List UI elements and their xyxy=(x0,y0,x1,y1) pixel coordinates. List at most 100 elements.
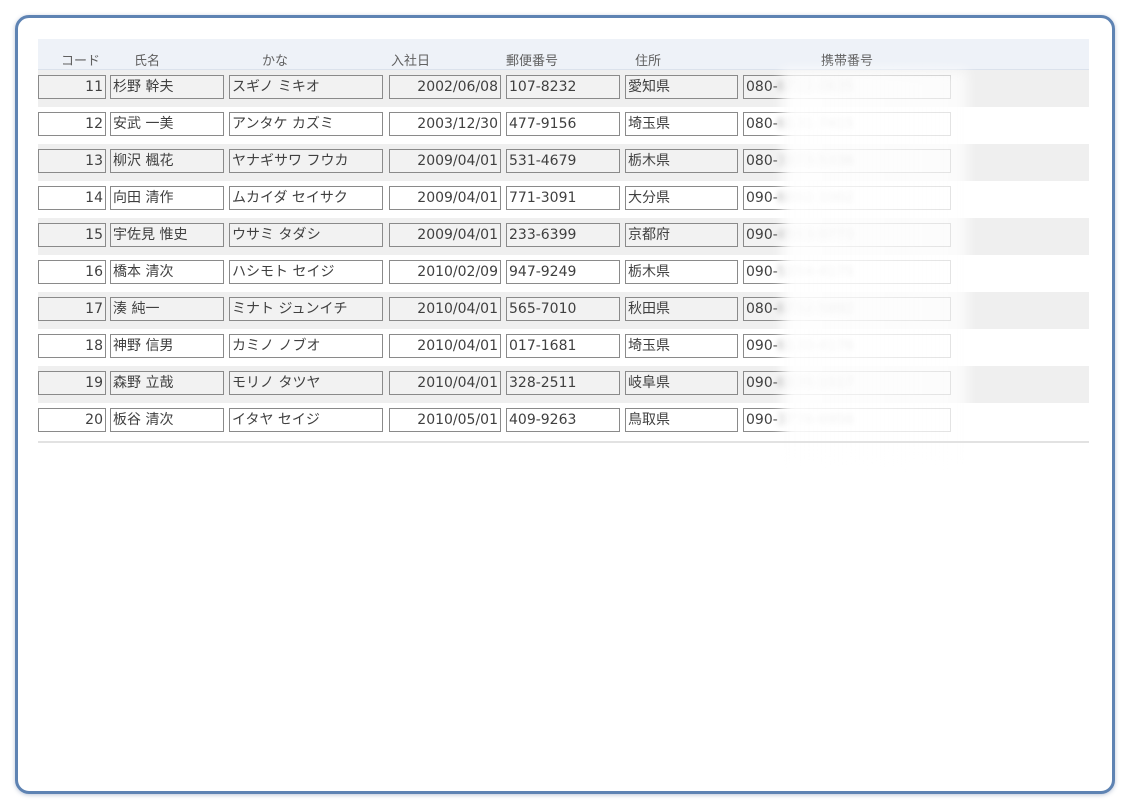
code-field[interactable]: 12 xyxy=(38,112,106,136)
name-field[interactable]: 神野 信男 xyxy=(110,334,224,358)
header-address: 住所 xyxy=(635,54,662,69)
mobile-field[interactable]: 090-4553-9773 xyxy=(743,223,951,247)
mobile-redacted: 6732-5892 xyxy=(777,301,855,317)
kana-field[interactable]: ハシモト セイジ xyxy=(229,260,383,284)
mobile-redacted: 3776-6956 xyxy=(777,412,855,428)
mobile-prefix: 090- xyxy=(746,264,778,280)
address-field[interactable]: 岐阜県 xyxy=(625,371,738,395)
hire-date-field[interactable]: 2009/04/01 xyxy=(389,149,501,173)
name-field[interactable]: 安武 一美 xyxy=(110,112,224,136)
address-field[interactable]: 鳥取県 xyxy=(625,408,738,432)
postal-code-field[interactable]: 409-9263 xyxy=(506,408,620,432)
kana-field[interactable]: スギノ ミキオ xyxy=(229,75,383,99)
mobile-redacted: 3373-5336 xyxy=(777,153,855,169)
header-postal: 郵便番号 xyxy=(506,54,559,69)
mobile-prefix: 080- xyxy=(746,153,778,169)
table-row: 14 向田 清作 ムカイダ セイサク 2009/04/01 771-3091 大分県 090… xyxy=(38,181,1089,218)
code-field[interactable]: 16 xyxy=(38,260,106,284)
postal-code-field[interactable]: 565-7010 xyxy=(506,297,620,321)
postal-code-field[interactable]: 771-3091 xyxy=(506,186,620,210)
postal-code-field[interactable]: 233-6399 xyxy=(506,223,620,247)
kana-field[interactable]: アンタケ カズミ xyxy=(229,112,383,136)
hire-date-field[interactable]: 2003/12/30 xyxy=(389,112,501,136)
mobile-redacted: 6712-0635 xyxy=(777,79,855,95)
code-field[interactable]: 19 xyxy=(38,371,106,395)
postal-code-field[interactable]: 531-4679 xyxy=(506,149,620,173)
kana-field[interactable]: ムカイダ セイサク xyxy=(229,186,383,210)
table-row: 15 宇佐見 惟史 ウサミ タダシ 2009/04/01 233-6399 京都府 090-… xyxy=(38,218,1089,255)
header-kana: かな xyxy=(262,54,289,69)
code-field[interactable]: 15 xyxy=(38,223,106,247)
column-header-bar: コード 氏名 かな 入社日 郵便番号 住所 携帯番号 xyxy=(38,39,1089,70)
header-hire-date: 入社日 xyxy=(391,54,431,69)
mobile-redacted: 6131-7415 xyxy=(777,116,855,132)
kana-field[interactable]: カミノ ノブオ xyxy=(229,334,383,358)
mobile-field[interactable]: 090-3776-6956 xyxy=(743,408,951,432)
code-field[interactable]: 14 xyxy=(38,186,106,210)
hire-date-field[interactable]: 2002/06/08 xyxy=(389,75,501,99)
name-field[interactable]: 宇佐見 惟史 xyxy=(110,223,224,247)
hire-date-field[interactable]: 2010/04/01 xyxy=(389,371,501,395)
name-field[interactable]: 湊 純一 xyxy=(110,297,224,321)
name-field[interactable]: 向田 清作 xyxy=(110,186,224,210)
postal-code-field[interactable]: 107-8232 xyxy=(506,75,620,99)
mobile-field[interactable]: 080-6732-5892 xyxy=(743,297,951,321)
kana-field[interactable]: ヤナギサワ フウカ xyxy=(229,149,383,173)
table-row: 16 橋本 清次 ハシモト セイジ 2010/02/09 947-9249 栃木県 090-… xyxy=(38,255,1089,292)
hire-date-field[interactable]: 2010/04/01 xyxy=(389,297,501,321)
address-field[interactable]: 埼玉県 xyxy=(625,334,738,358)
postal-code-field[interactable]: 017-1681 xyxy=(506,334,620,358)
mobile-field[interactable]: 090-6335-1517 xyxy=(743,371,951,395)
address-field[interactable]: 愛知県 xyxy=(625,75,738,99)
address-field[interactable]: 栃木県 xyxy=(625,149,738,173)
address-field[interactable]: 埼玉県 xyxy=(625,112,738,136)
mobile-field[interactable]: 080-3373-5336 xyxy=(743,149,951,173)
hire-date-field[interactable]: 2009/04/01 xyxy=(389,186,501,210)
postal-code-field[interactable]: 328-2511 xyxy=(506,371,620,395)
name-field[interactable]: 板谷 清次 xyxy=(110,408,224,432)
name-field[interactable]: 橋本 清次 xyxy=(110,260,224,284)
code-field[interactable]: 17 xyxy=(38,297,106,321)
name-field[interactable]: 柳沢 楓花 xyxy=(110,149,224,173)
kana-field[interactable]: イタヤ セイジ xyxy=(229,408,383,432)
address-field[interactable]: 大分県 xyxy=(625,186,738,210)
code-field[interactable]: 13 xyxy=(38,149,106,173)
code-field[interactable]: 18 xyxy=(38,334,106,358)
table-row: 17 湊 純一 ミナト ジュンイチ 2010/04/01 565-7010 秋田県 080-… xyxy=(38,292,1089,329)
mobile-prefix: 090- xyxy=(746,227,778,243)
kana-field[interactable]: ウサミ タダシ xyxy=(229,223,383,247)
code-field[interactable]: 20 xyxy=(38,408,106,432)
table-row: 12 安武 一美 アンタケ カズミ 2003/12/30 477-9156 埼玉県 080-… xyxy=(38,107,1089,144)
header-code: コード xyxy=(61,54,101,69)
address-field[interactable]: 京都府 xyxy=(625,223,738,247)
kana-field[interactable]: モリノ タツヤ xyxy=(229,371,383,395)
table-row: 13 柳沢 楓花 ヤナギサワ フウカ 2009/04/01 531-4679 栃木県 080… xyxy=(38,144,1089,181)
mobile-prefix: 090- xyxy=(746,412,778,428)
name-field[interactable]: 杉野 幹夫 xyxy=(110,75,224,99)
mobile-redacted: 6335-1517 xyxy=(777,375,855,391)
table-row: 11 杉野 幹夫 スギノ ミキオ 2002/06/08 107-8232 愛知県 080-6… xyxy=(38,70,1089,107)
mobile-prefix: 090- xyxy=(746,190,778,206)
header-name: 氏名 xyxy=(134,54,161,69)
header-mobile: 携帯番号 xyxy=(821,54,874,69)
mobile-redacted: 4553-9773 xyxy=(777,227,855,243)
address-field[interactable]: 栃木県 xyxy=(625,260,738,284)
code-field[interactable]: 11 xyxy=(38,75,106,99)
postal-code-field[interactable]: 947-9249 xyxy=(506,260,620,284)
hire-date-field[interactable]: 2010/02/09 xyxy=(389,260,501,284)
mobile-field[interactable]: 090-5354-4175 xyxy=(743,260,951,284)
table-row: 19 森野 立哉 モリノ タツヤ 2010/04/01 328-2511 岐阜県 090-6… xyxy=(38,366,1089,403)
hire-date-field[interactable]: 2009/04/01 xyxy=(389,223,501,247)
mobile-prefix: 080- xyxy=(746,301,778,317)
table-row: 20 板谷 清次 イタヤ セイジ 2010/05/01 409-9263 鳥取県 090-3… xyxy=(38,403,1089,440)
name-field[interactable]: 森野 立哉 xyxy=(110,371,224,395)
hire-date-field[interactable]: 2010/05/01 xyxy=(389,408,501,432)
mobile-field[interactable]: 080-6131-7415 xyxy=(743,112,951,136)
postal-code-field[interactable]: 477-9156 xyxy=(506,112,620,136)
mobile-field[interactable]: 080-6712-0635 xyxy=(743,75,951,99)
mobile-field[interactable]: 090-6130-4176 xyxy=(743,334,951,358)
mobile-field[interactable]: 090-6002-1002 xyxy=(743,186,951,210)
address-field[interactable]: 秋田県 xyxy=(625,297,738,321)
kana-field[interactable]: ミナト ジュンイチ xyxy=(229,297,383,321)
hire-date-field[interactable]: 2010/04/01 xyxy=(389,334,501,358)
